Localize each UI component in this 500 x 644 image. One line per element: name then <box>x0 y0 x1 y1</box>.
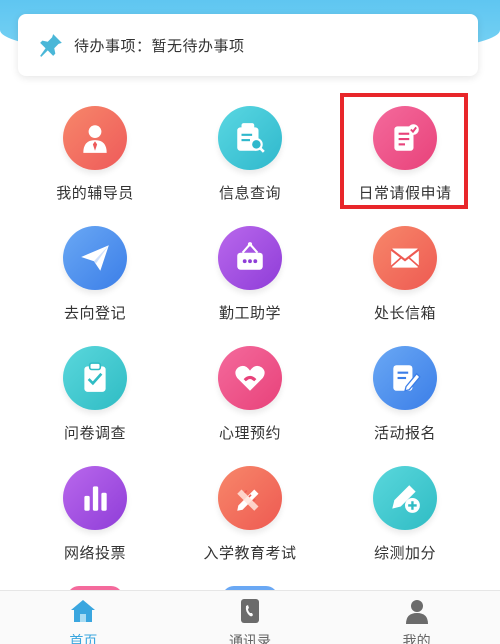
nav-label: 首页 <box>69 634 98 644</box>
grid-item-evaluation-bonus[interactable]: 综测加分 <box>325 456 485 576</box>
grid-item-label: 网络投票 <box>63 544 126 562</box>
nav-profile[interactable]: 我的 <box>357 591 477 644</box>
pencil-ruler-icon <box>218 466 282 530</box>
nav-label: 通讯录 <box>228 634 271 644</box>
paper-plane-icon <box>63 226 127 290</box>
grid-item-label: 我的辅导员 <box>56 184 134 202</box>
grid-item-director-mailbox[interactable]: 处长信箱 <box>325 216 485 336</box>
heart-phone-icon <box>218 346 282 410</box>
grid-item-label: 处长信箱 <box>373 304 436 322</box>
grid-item-label: 信息查询 <box>218 184 281 202</box>
counselor-icon <box>63 106 127 170</box>
bottom-nav: 首页 通讯录 我的 <box>0 590 500 644</box>
nav-home[interactable]: 首页 <box>23 591 143 644</box>
grid-item-label: 勤工助学 <box>218 304 281 322</box>
grid-item-work-study[interactable]: 勤工助学 <box>170 216 330 336</box>
grid-item-label: 问卷调查 <box>63 424 126 442</box>
grid-item-label: 去向登记 <box>63 304 126 322</box>
pin-icon <box>40 34 62 57</box>
grid-item-label: 活动报名 <box>373 424 436 442</box>
signup-icon <box>373 346 437 410</box>
grid-item-label: 心理预约 <box>218 424 281 442</box>
todo-text: 待办事项：暂无待办事项 <box>74 36 245 55</box>
grid-item-counseling[interactable]: 心理预约 <box>170 336 330 456</box>
grid-item-label: 入学教育考试 <box>203 544 297 562</box>
grid-item-online-vote[interactable]: 网络投票 <box>15 456 175 576</box>
nav-label: 我的 <box>402 634 431 644</box>
mail-icon <box>373 226 437 290</box>
grid-item-label: 综测加分 <box>373 544 436 562</box>
info-search-icon <box>218 106 282 170</box>
work-study-icon <box>218 226 282 290</box>
todo-card[interactable]: 待办事项：暂无待办事项 <box>18 14 478 76</box>
home-icon <box>71 600 96 622</box>
grid-item-activity-signup[interactable]: 活动报名 <box>325 336 485 456</box>
leave-request-icon <box>373 106 437 170</box>
bar-chart-icon <box>63 466 127 530</box>
grid-item-counselor[interactable]: 我的辅导员 <box>15 96 175 216</box>
profile-icon <box>405 600 428 624</box>
nav-contacts[interactable]: 通讯录 <box>190 591 310 644</box>
grid-item-enrollment-exam[interactable]: 入学教育考试 <box>170 456 330 576</box>
grid-item-questionnaire[interactable]: 问卷调查 <box>15 336 175 456</box>
grid-item-leave-request[interactable]: 日常请假申请 <box>325 96 485 216</box>
grid-item-label: 日常请假申请 <box>358 184 452 202</box>
contacts-icon <box>240 599 259 623</box>
pen-plus-icon <box>373 466 437 530</box>
grid-item-info-search[interactable]: 信息查询 <box>170 96 330 216</box>
grid-item-whereabouts[interactable]: 去向登记 <box>15 216 175 336</box>
questionnaire-icon <box>63 346 127 410</box>
